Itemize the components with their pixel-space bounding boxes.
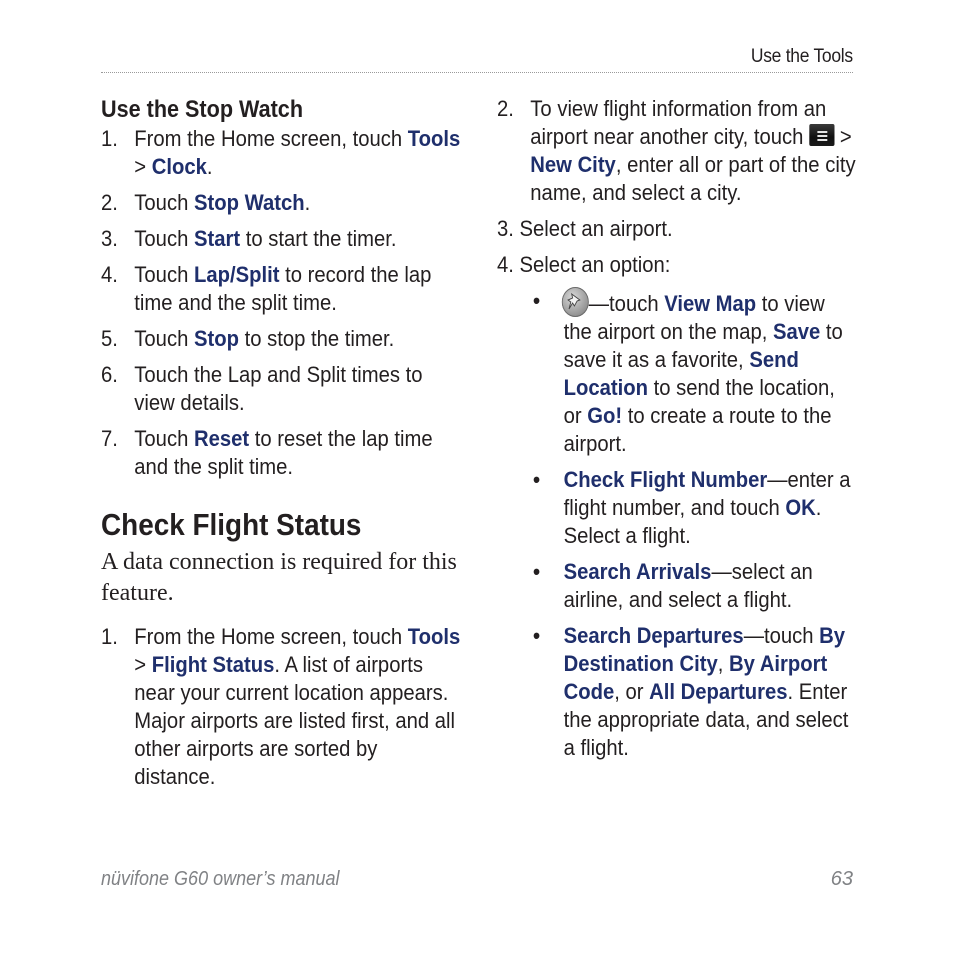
ui-term: Clock: [151, 154, 207, 179]
option-item: • Search Arrivals—select an airline, and …: [497, 558, 857, 614]
ui-term: Start: [193, 226, 241, 251]
page-number: 63: [830, 868, 853, 890]
ui-term: Search Arrivals: [563, 559, 712, 584]
flight-status-intro: A data connection is required for this f…: [101, 549, 457, 606]
ui-term: View Map: [664, 291, 757, 316]
option-item: • Check Flight Number—enter a flight numb…: [497, 466, 857, 550]
step-item: 4. Touch Lap/Split to record the lap time…: [101, 261, 461, 317]
ui-term: Search Departures: [563, 623, 744, 648]
body-text: Touch: [134, 426, 194, 451]
ui-term: New City: [530, 152, 616, 177]
pushpin-icon: [561, 287, 589, 317]
body-text: —touch: [743, 623, 820, 648]
flight-steps-part3: 3. Select an airport. 4. Select an optio…: [497, 215, 857, 279]
step-text-lead: To view flight information from an airpo…: [530, 96, 827, 149]
bullet: •: [533, 559, 541, 584]
ui-term: Tools: [407, 126, 461, 151]
body-text: .: [206, 154, 213, 179]
ui-term: Stop: [193, 326, 239, 351]
body-text: to stop the timer.: [238, 326, 395, 351]
step-number: 1.: [101, 624, 118, 649]
option-list: • —touch View Map to view the airport on …: [497, 287, 857, 762]
option-item: • Search Departures—touch By Destination …: [497, 622, 857, 762]
step-number: 6.: [101, 362, 118, 387]
option-item: • —touch View Map to view the airport on …: [497, 287, 857, 458]
body-text: to start the timer.: [240, 226, 397, 251]
body-text: Touch: [134, 226, 194, 251]
stopwatch-steps: 1. From the Home screen, touch Tools > Cl…: [101, 125, 461, 481]
body-text: —touch: [588, 291, 665, 316]
ui-term: OK: [785, 495, 816, 520]
menu-icon: [809, 124, 835, 146]
ui-term: Save: [772, 319, 821, 344]
bullet: •: [533, 623, 541, 648]
bullet: •: [533, 467, 541, 492]
body-text: Touch: [134, 190, 194, 215]
step-number: 3.: [101, 226, 118, 251]
step-number: 4.: [497, 252, 514, 277]
step-text: Select an option:: [519, 252, 671, 277]
ui-term: All Departures: [649, 679, 788, 704]
step-item: 7. Touch Reset to reset the lap time and …: [101, 425, 461, 481]
step-number: 7.: [101, 426, 118, 451]
body-text: >: [134, 154, 152, 179]
step-item: 1. From the Home screen, touch Tools > Cl…: [101, 125, 461, 181]
right-column: 2. To view flight information from an ai…: [497, 95, 857, 770]
step-item: 1. From the Home screen, touch Tools > Fl…: [101, 623, 461, 791]
section-title: Use the Tools: [750, 46, 853, 67]
manual-title: nüvifone G60 owner’s manual: [101, 868, 340, 890]
ui-term: Lap/Split: [193, 262, 280, 287]
ui-term: Flight Status: [151, 652, 275, 677]
step-item: 6. Touch the Lap and Split times to view …: [101, 361, 461, 417]
body-text: , or: [614, 679, 650, 704]
step-item: 4. Select an option:: [497, 251, 857, 279]
ui-term: Stop Watch: [193, 190, 305, 215]
flight-status-heading: Check Flight Status: [101, 507, 362, 542]
header-divider: [101, 72, 853, 73]
body-text: >: [834, 124, 852, 149]
left-column: Use the Stop Watch 1. From the Home scree…: [101, 95, 461, 799]
body-text: >: [134, 652, 152, 677]
ui-term: Reset: [193, 426, 250, 451]
body-text: Touch the Lap and Split times to view de…: [134, 362, 423, 415]
body-text: Touch: [134, 262, 194, 287]
stopwatch-heading: Use the Stop Watch: [101, 96, 304, 123]
step-number: 4.: [101, 262, 118, 287]
body-text: ,: [717, 651, 730, 676]
step-number: 5.: [101, 326, 118, 351]
step-number: 2.: [101, 190, 118, 215]
body-text: Touch: [134, 326, 194, 351]
step-number: 2.: [497, 96, 514, 121]
body-text: .: [304, 190, 311, 215]
step-text: Select an airport.: [519, 216, 673, 241]
step-number: 3.: [497, 216, 514, 241]
bullet: •: [533, 288, 541, 313]
step-item: 3. Select an airport.: [497, 215, 857, 243]
step-item: 5. Touch Stop to stop the timer.: [101, 325, 461, 353]
body-text: From the Home screen, touch: [134, 624, 408, 649]
ui-term: Check Flight Number: [563, 467, 768, 492]
step-number: 1.: [101, 126, 118, 151]
body-text: From the Home screen, touch: [134, 126, 408, 151]
flight-steps-part2: 2. To view flight information from an ai…: [497, 95, 857, 207]
step-item: 3. Touch Start to start the timer.: [101, 225, 461, 253]
ui-term: Go!: [587, 403, 623, 428]
flight-steps-part1: 1. From the Home screen, touch Tools > Fl…: [101, 623, 461, 791]
step-item: 2. To view flight information from an ai…: [497, 95, 857, 207]
ui-term: Tools: [407, 624, 461, 649]
step-item: 2. Touch Stop Watch.: [101, 189, 461, 217]
